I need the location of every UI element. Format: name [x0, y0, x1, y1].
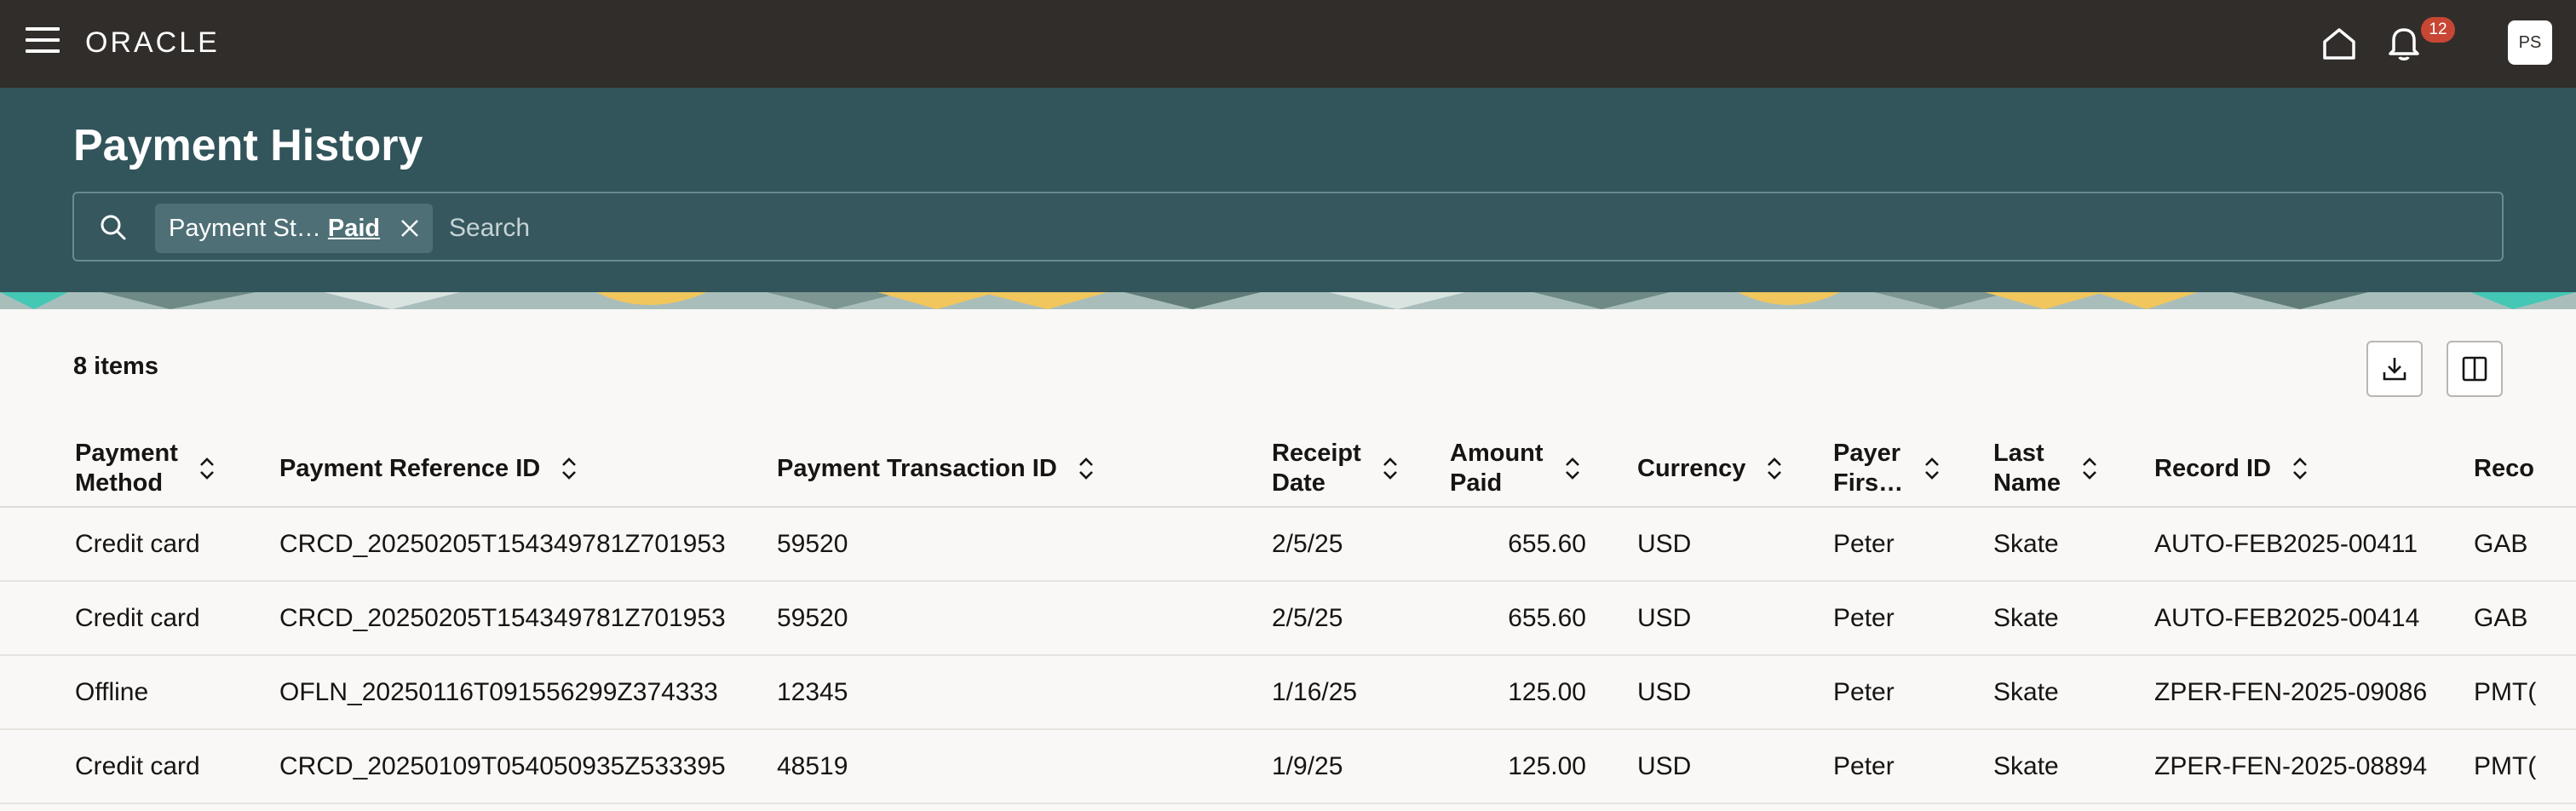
column-header-label: Payment Method	[75, 440, 178, 497]
page-title: Payment History	[73, 121, 423, 170]
smart-search-bar[interactable]: Payment St… Paid	[72, 192, 2504, 262]
table-row[interactable]: Credit card CRCD_20250205T154349781Z70195…	[0, 582, 2576, 656]
cell-last-name: Skate	[1993, 678, 2059, 706]
column-header-currency[interactable]: Currency	[1637, 436, 1783, 501]
cell-payer-first-name: Peter	[1833, 530, 1895, 558]
filter-chip-label: Payment St…	[169, 215, 321, 242]
payment-history-table: Payment Method Payment Reference ID Payment…	[0, 429, 2576, 804]
cell-payment-method: Credit card	[75, 752, 200, 780]
cell-payment-method: Credit card	[75, 530, 200, 558]
column-header-payment-transaction-id[interactable]: Payment Transaction ID	[777, 436, 1095, 501]
cell-amount-paid: 655.60	[1508, 530, 1586, 558]
column-header-label: Payment Reference ID	[279, 454, 541, 482]
column-header-payment-reference-id[interactable]: Payment Reference ID	[279, 436, 578, 501]
items-count: 8 items	[73, 353, 158, 380]
download-icon	[2383, 358, 2406, 381]
filter-chip-payment-status[interactable]: Payment St… Paid	[155, 204, 434, 253]
cell-receipt-date: 1/16/25	[1272, 678, 1358, 706]
column-header-label: Amount Paid	[1450, 440, 1544, 497]
table-row[interactable]: Offline OFLN_20250116T091556299Z374333 123…	[0, 656, 2576, 730]
cell-record-id: AUTO-FEB2025-00411	[2154, 530, 2418, 558]
table-body: Credit card CRCD_20250205T154349781Z70195…	[0, 508, 2576, 804]
column-header-label: Payer Firs…	[1833, 440, 1904, 497]
cell-last-name: Skate	[1993, 752, 2059, 780]
column-header-label: Last Name	[1993, 440, 2061, 497]
cell-last-name: Skate	[1993, 604, 2059, 632]
user-avatar[interactable]: PS	[2508, 20, 2552, 65]
home-icon[interactable]	[2320, 25, 2358, 62]
column-header-payer-first-name[interactable]: Payer Firs…	[1833, 436, 1941, 501]
hamburger-menu-icon[interactable]	[26, 27, 60, 58]
cell-amount-paid: 655.60	[1508, 604, 1586, 632]
cell-record: PMT(	[2474, 752, 2537, 780]
column-header-amount-paid[interactable]: Amount Paid	[1450, 436, 1581, 501]
column-header-label: Reco	[2474, 454, 2534, 482]
sort-icon[interactable]	[561, 456, 578, 481]
sort-icon[interactable]	[1078, 456, 1095, 481]
cell-payment-method: Offline	[75, 678, 149, 706]
download-button[interactable]	[2366, 341, 2423, 397]
sort-icon[interactable]	[2081, 456, 2098, 481]
cell-payment-transaction-id: 59520	[777, 530, 848, 558]
cell-currency: USD	[1637, 678, 1692, 706]
cell-record: PMT(	[2474, 678, 2537, 706]
column-header-receipt-date[interactable]: Receipt Date	[1272, 436, 1399, 501]
cell-payer-first-name: Peter	[1833, 678, 1895, 706]
cell-receipt-date: 2/5/25	[1272, 604, 1343, 632]
sort-icon[interactable]	[2291, 456, 2309, 481]
column-header-label: Payment Transaction ID	[777, 454, 1057, 482]
cell-record: GAB	[2474, 530, 2528, 558]
cell-last-name: Skate	[1993, 530, 2059, 558]
decorative-banner-pattern	[0, 292, 2576, 309]
cell-payment-reference-id: CRCD_20250205T154349781Z701953	[279, 604, 726, 632]
cell-record: GAB	[2474, 604, 2528, 632]
column-header-payment-method[interactable]: Payment Method	[75, 436, 216, 501]
remove-filter-close-icon[interactable]	[399, 217, 421, 239]
cell-amount-paid: 125.00	[1508, 678, 1586, 706]
column-header-label: Record ID	[2154, 454, 2271, 482]
cell-payment-reference-id: CRCD_20250109T054050935Z533395	[279, 752, 726, 780]
column-header-record[interactable]: Reco	[2474, 436, 2534, 501]
notification-count-badge: 12	[2421, 17, 2455, 43]
table-row[interactable]: Credit card CRCD_20250205T154349781Z70195…	[0, 508, 2576, 582]
cell-receipt-date: 2/5/25	[1272, 530, 1343, 558]
cell-payer-first-name: Peter	[1833, 604, 1895, 632]
search-icon[interactable]	[98, 212, 129, 243]
filter-chip-value[interactable]: Paid	[328, 215, 380, 242]
cell-record-id: AUTO-FEB2025-00414	[2154, 604, 2420, 632]
column-header-record-id[interactable]: Record ID	[2154, 436, 2309, 501]
page-header: Payment History Payment St… Paid	[0, 88, 2576, 292]
table-row[interactable]: Credit card CRCD_20250109T054050935Z53339…	[0, 730, 2576, 804]
sort-icon[interactable]	[1382, 456, 1399, 481]
column-header-label: Receipt Date	[1272, 440, 1361, 497]
notifications-bell-icon[interactable]	[2385, 23, 2423, 62]
column-header-label: Currency	[1637, 454, 1746, 482]
cell-currency: USD	[1637, 604, 1692, 632]
cell-record-id: ZPER-FEN-2025-09086	[2154, 678, 2428, 706]
manage-columns-button[interactable]	[2447, 341, 2503, 397]
columns-layout-icon	[2462, 356, 2487, 382]
cell-payment-reference-id: OFLN_20250116T091556299Z374333	[279, 678, 718, 706]
cell-currency: USD	[1637, 752, 1692, 780]
cell-payer-first-name: Peter	[1833, 752, 1895, 780]
table-header-row: Payment Method Payment Reference ID Payment…	[0, 429, 2576, 508]
top-bar: ORACLE 12 PS	[0, 0, 2576, 88]
cell-record-id: ZPER-FEN-2025-08894	[2154, 752, 2428, 780]
sort-icon[interactable]	[1766, 456, 1783, 481]
column-header-last-name[interactable]: Last Name	[1993, 436, 2098, 501]
cell-payment-reference-id: CRCD_20250205T154349781Z701953	[279, 530, 726, 558]
sort-icon[interactable]	[198, 456, 216, 481]
cell-amount-paid: 125.00	[1508, 752, 1586, 780]
cell-payment-transaction-id: 12345	[777, 678, 848, 706]
sort-icon[interactable]	[1564, 456, 1581, 481]
cell-payment-transaction-id: 48519	[777, 752, 848, 780]
cell-currency: USD	[1637, 530, 1692, 558]
cell-payment-method: Credit card	[75, 604, 200, 632]
cell-payment-transaction-id: 59520	[777, 604, 848, 632]
sort-icon[interactable]	[1923, 456, 1941, 481]
cell-receipt-date: 1/9/25	[1272, 752, 1343, 780]
oracle-logo: ORACLE	[85, 26, 220, 59]
search-input[interactable]	[449, 204, 2476, 253]
